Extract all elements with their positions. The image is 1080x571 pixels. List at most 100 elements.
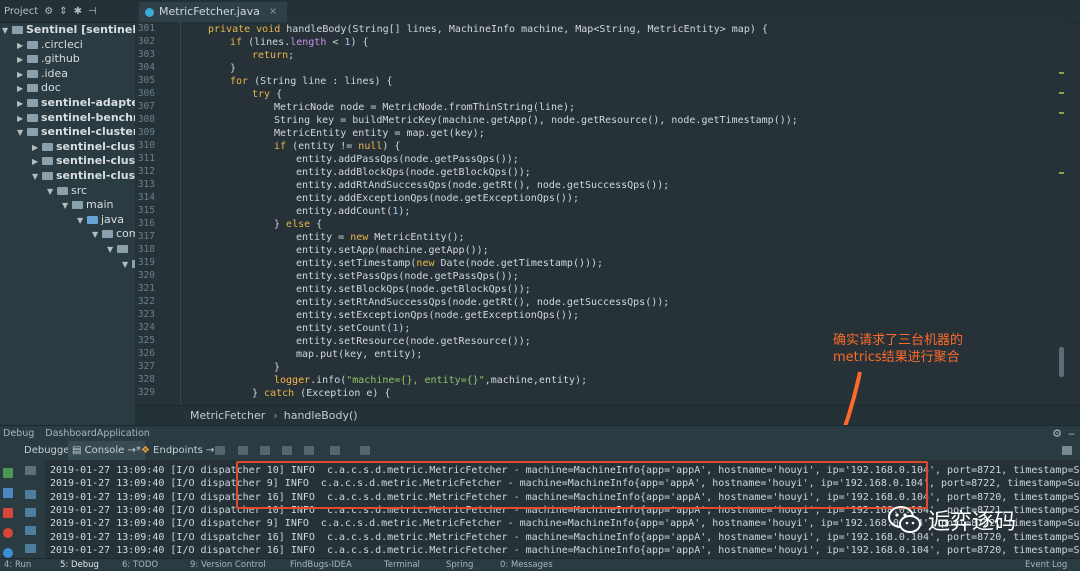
- tree-item[interactable]: ▼: [122, 257, 135, 272]
- collapsed-arrow-icon[interactable]: ▶: [32, 141, 42, 155]
- change-marker: [1059, 112, 1064, 114]
- tree-item-label: sentinel-benchmark: [41, 110, 135, 124]
- drop-frame-icon[interactable]: [330, 446, 340, 455]
- gear-icon[interactable]: ✱: [74, 6, 82, 17]
- collapsed-arrow-icon[interactable]: ▶: [17, 112, 27, 126]
- expanded-arrow-icon[interactable]: ▼: [2, 24, 12, 38]
- breadcrumb-class[interactable]: MetricFetcher: [190, 409, 265, 422]
- tree-item[interactable]: ▼ src: [47, 184, 87, 198]
- tool-run[interactable]: 4: Run: [4, 559, 31, 571]
- collapsed-arrow-icon[interactable]: ▶: [32, 155, 42, 169]
- minimize-icon[interactable]: ‒: [1068, 426, 1075, 442]
- folder-icon: [27, 69, 38, 78]
- tool-version-control[interactable]: 9: Version Control: [190, 559, 266, 571]
- tree-item[interactable]: ▶ sentinel-benchmark: [17, 110, 135, 126]
- collapsed-arrow-icon[interactable]: ▶: [17, 82, 27, 96]
- expanded-arrow-icon[interactable]: ▼: [62, 199, 72, 213]
- code-line: entity.setApp(machine.getApp());: [296, 245, 489, 256]
- tree-item[interactable]: ▶ .circleci: [17, 38, 83, 52]
- mute-breakpoints-icon[interactable]: [3, 548, 13, 558]
- line-number: 304: [137, 62, 155, 73]
- scroll-end-icon[interactable]: [25, 508, 36, 517]
- collapsed-arrow-icon[interactable]: ▶: [17, 97, 27, 111]
- stop-icon[interactable]: [3, 508, 13, 518]
- expanded-arrow-icon[interactable]: ▼: [47, 185, 57, 199]
- collapsed-arrow-icon[interactable]: ▶: [17, 53, 27, 67]
- tab-console[interactable]: ▤ Console →*: [68, 441, 145, 460]
- force-step-into-icon[interactable]: [282, 446, 292, 455]
- breadcrumb-method[interactable]: handleBody(): [284, 409, 358, 422]
- debug-toolbar-icon[interactable]: [215, 446, 225, 455]
- expanded-arrow-icon[interactable]: ▼: [107, 243, 117, 257]
- expanded-arrow-icon[interactable]: ▼: [32, 170, 42, 184]
- tab-metricfetcher[interactable]: MetricFetcher.java ×: [139, 2, 288, 24]
- step-over-icon[interactable]: [238, 446, 248, 455]
- step-into-icon[interactable]: [260, 446, 270, 455]
- tree-item[interactable]: ▶ sentinel-adapter: [17, 96, 136, 111]
- change-marker: [1059, 92, 1064, 94]
- up-icon[interactable]: [25, 466, 36, 475]
- restore-layout-icon[interactable]: [1062, 446, 1072, 455]
- line-number: 315: [137, 205, 155, 216]
- collapsed-arrow-icon[interactable]: ▶: [17, 39, 27, 53]
- line-number: 311: [137, 153, 155, 164]
- breakpoints-icon[interactable]: [3, 528, 13, 538]
- debug-config[interactable]: DashboardApplication: [45, 428, 150, 439]
- tree-item[interactable]: ▼ sentinel-cluster-server-default: [32, 169, 135, 184]
- tool-spring[interactable]: Spring: [446, 559, 473, 571]
- folder-icon: [27, 55, 38, 64]
- close-icon[interactable]: ×: [269, 2, 277, 22]
- code-line: entity.setRtAndSuccessQps(node.getRt(), …: [296, 297, 670, 308]
- tree-item[interactable]: ▼ Sentinel [sentinel-parent]: [2, 23, 135, 38]
- gear-icon[interactable]: ⚙: [1052, 426, 1062, 442]
- hide-icon[interactable]: ⊣: [88, 6, 97, 17]
- tree-item[interactable]: ▼: [107, 242, 131, 256]
- expanded-arrow-icon[interactable]: ▼: [122, 258, 132, 272]
- soft-wrap-icon[interactable]: [25, 490, 36, 499]
- expanded-arrow-icon[interactable]: ▼: [92, 228, 102, 242]
- tree-item[interactable]: ▶ sentinel-cluster-client-default: [32, 140, 135, 155]
- tree-item[interactable]: ▶ .github: [17, 52, 80, 66]
- code-line: MetricNode node = MetricNode.fromThinStr…: [274, 102, 576, 113]
- tree-item[interactable]: ▼ sentinel-cluster: [17, 125, 135, 140]
- tree-item[interactable]: ▶ doc: [17, 81, 61, 95]
- tree-item-label: sentinel-cluster-common-default: [56, 154, 136, 168]
- evaluate-icon[interactable]: [360, 446, 370, 455]
- tool-terminal[interactable]: Terminal: [384, 559, 420, 571]
- project-dropdown[interactable]: Project: [4, 6, 38, 17]
- folder-icon: [12, 26, 23, 34]
- code-line: entity.setCount(1);: [296, 323, 411, 334]
- tree-item[interactable]: ▶ sentinel-cluster-common-default: [32, 154, 136, 169]
- tree-item-label: sentinel-adapter: [41, 96, 136, 109]
- expanded-arrow-icon[interactable]: ▼: [17, 126, 27, 140]
- tree-item-label: .circleci: [41, 37, 83, 51]
- tree-item[interactable]: ▶ .idea: [17, 67, 68, 81]
- tool-event-log[interactable]: Event Log: [1025, 559, 1067, 571]
- collapse-icon[interactable]: ⇕: [59, 6, 67, 17]
- code-line: entity.addRtAndSuccessQps(node.getRt(), …: [296, 180, 670, 191]
- tab-endpoints[interactable]: ❖ Endpoints →*: [137, 441, 223, 460]
- settings-icon[interactable]: ⚙: [44, 6, 53, 17]
- expanded-arrow-icon[interactable]: ▼: [77, 214, 87, 228]
- tool-todo[interactable]: 6: TODO: [122, 559, 158, 571]
- tree-item[interactable]: ▼ main: [62, 198, 113, 212]
- tree-item[interactable]: ▼ com: [92, 227, 135, 242]
- tool-findbugs[interactable]: FindBugs-IDEA: [290, 559, 352, 571]
- step-out-icon[interactable]: [304, 446, 314, 455]
- tool-debug[interactable]: 5: Debug: [60, 559, 99, 571]
- folder-icon: [27, 99, 38, 107]
- collapsed-arrow-icon[interactable]: ▶: [17, 68, 27, 82]
- pause-icon[interactable]: [3, 488, 13, 498]
- print-icon[interactable]: [25, 526, 36, 535]
- code-line: String key = buildMetricKey(machine.getA…: [274, 115, 798, 126]
- clear-icon[interactable]: [25, 544, 36, 553]
- line-number-gutter: 301 302 303 304 305 306 307 308 309 310 311 312 313 3…: [135, 22, 181, 405]
- tree-item[interactable]: ▼ java: [77, 213, 124, 227]
- line-number: 313: [137, 179, 155, 190]
- line-number: 312: [137, 166, 155, 177]
- folder-icon: [27, 84, 38, 93]
- resume-icon[interactable]: [3, 468, 13, 478]
- line-number: 306: [137, 88, 155, 99]
- editor-scrollbar[interactable]: [1059, 347, 1064, 377]
- tool-messages[interactable]: 0: Messages: [500, 559, 553, 571]
